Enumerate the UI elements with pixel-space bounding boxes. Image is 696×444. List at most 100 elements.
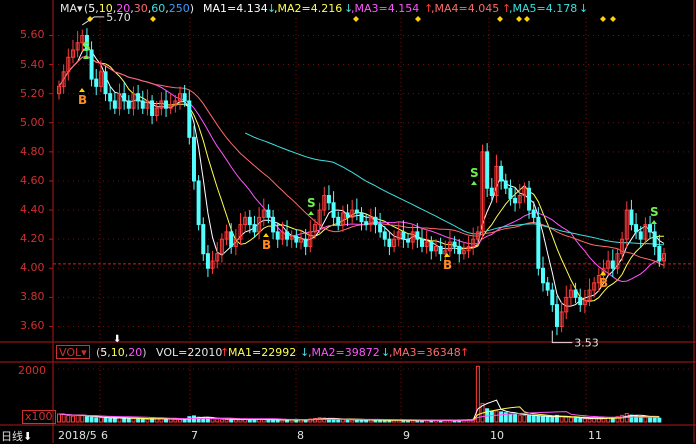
vol-legend: (5,10,20) VOL=22010 ↑ MA1=22992 ↓ ,MA2=3… (0, 344, 696, 362)
vol-ma2-value: ,MA2=39872 (308, 346, 380, 359)
volume-bar (350, 419, 355, 423)
candle-body (94, 78, 99, 87)
candle-body (610, 260, 615, 269)
candle-body (336, 216, 341, 226)
volume-bar (573, 417, 578, 423)
candle-body (438, 245, 443, 255)
volume-bar (126, 417, 131, 423)
volume-bar (527, 415, 532, 423)
volume-bar (587, 418, 592, 423)
candle-body (326, 195, 331, 204)
volume-bar (545, 416, 550, 423)
volume-bar (168, 418, 173, 423)
volume-bar (275, 419, 280, 423)
price-chart[interactable]: ⬇ 5.703.53SSSSBBBB (0, 0, 696, 443)
volume-bar (378, 419, 383, 423)
candle-body (182, 93, 187, 102)
volume-bar (173, 418, 178, 423)
candle-body (303, 238, 308, 247)
candle-body (187, 100, 192, 138)
daily-period-tab[interactable]: 日线⬇ (1, 428, 32, 444)
candle-body (541, 267, 545, 284)
date-label-7: 7 (191, 429, 198, 442)
price-tick-label: 5.00 (20, 115, 45, 129)
vol-value: VOL=22010 (156, 346, 223, 359)
candle-body (205, 253, 210, 269)
volume-bar (70, 415, 75, 423)
volume-bar (131, 418, 136, 423)
volume-bar (508, 413, 513, 423)
candle-body (406, 238, 411, 243)
volume-bar (564, 416, 569, 423)
date-label-2018-5: 2018/5 (58, 429, 97, 442)
candle-body (136, 93, 141, 102)
volume-bar (559, 416, 564, 423)
candle-body (266, 209, 271, 218)
volume-bar (531, 415, 536, 423)
candle-body (554, 304, 559, 327)
candle-body (457, 245, 462, 255)
price-tick-label: 5.20 (20, 86, 45, 100)
date-label-11: 11 (588, 429, 602, 442)
volume-bar (140, 418, 145, 423)
candle-body (531, 209, 536, 218)
volume-bar (652, 417, 657, 423)
sell-arrow-icon (308, 211, 314, 215)
candle-body (503, 180, 508, 189)
candle-body (359, 212, 364, 223)
volume-bar (280, 419, 285, 423)
volume-bar (80, 415, 85, 423)
candle-body (103, 71, 108, 95)
event-diamond-icon (353, 16, 359, 22)
volume-bar (108, 417, 113, 423)
candle-body (578, 296, 583, 306)
vol-params: (5,10,20) (96, 346, 147, 359)
volume-bar (657, 417, 662, 423)
candle-body (294, 235, 299, 243)
buy-signal-label: B (78, 93, 87, 107)
event-diamond-icon (150, 16, 156, 22)
ma30-line (58, 55, 665, 266)
vol-ma1-value: MA1=22992 (228, 346, 297, 359)
buy-signal-label: B (599, 276, 608, 290)
date-label-6: 6 (101, 429, 108, 442)
volume-bar (75, 414, 80, 423)
candle-body (401, 231, 406, 240)
candle-body (652, 231, 657, 247)
sell-signal-label: S (82, 40, 91, 54)
ma20-line (58, 55, 665, 283)
volume-bar (550, 416, 555, 423)
event-diamond-icon (610, 16, 616, 22)
volume-bar (84, 416, 89, 423)
volume-bar (522, 414, 527, 423)
volume-bar (345, 419, 350, 423)
vol-unit-badge: x100 (22, 410, 56, 424)
candle-body (527, 187, 532, 211)
volume-bar (61, 414, 66, 423)
candle-body (331, 202, 336, 218)
candle-body (550, 289, 555, 306)
candle-body (89, 49, 94, 80)
volume-bar (112, 418, 117, 423)
volume-bar (536, 415, 541, 423)
candle-body (126, 100, 131, 109)
candle-body (150, 100, 155, 116)
sell-arrow-icon (651, 220, 657, 224)
volume-bar (513, 414, 518, 423)
buy-signal-label: B (443, 258, 452, 272)
event-diamond-icon (415, 16, 421, 22)
price-tick-label: 4.80 (20, 144, 45, 158)
candle-body (485, 151, 490, 189)
price-tick-label: 3.60 (20, 319, 45, 333)
volume-bar (66, 414, 71, 423)
volume-bar (215, 418, 220, 423)
sell-arrow-icon (471, 181, 477, 185)
volume-bar (475, 365, 480, 423)
candle-body (196, 180, 201, 226)
daily-tab-label: 日线 (1, 430, 23, 443)
volume-bar (485, 408, 490, 423)
low-leader-line (551, 330, 573, 344)
volume-bar (568, 417, 573, 423)
volume-bar (648, 417, 653, 423)
candle-body (108, 93, 113, 102)
